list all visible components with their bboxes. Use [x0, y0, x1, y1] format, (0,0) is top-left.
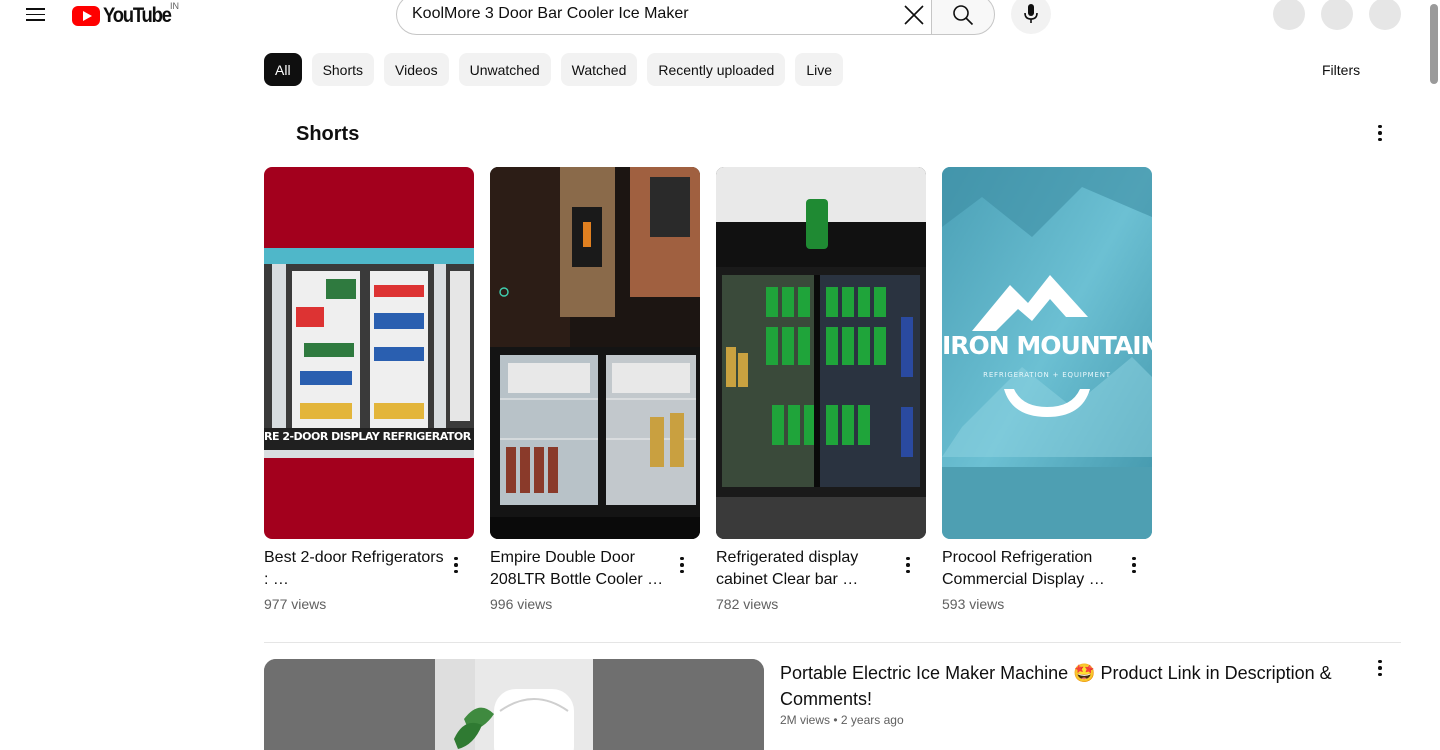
microphone-icon	[1024, 4, 1038, 23]
avatar[interactable]	[1369, 0, 1401, 30]
shelf-more-options-icon[interactable]	[1368, 121, 1392, 145]
short-more-options-icon[interactable]	[896, 553, 920, 577]
shorts-shelf-title: Shorts	[296, 123, 360, 145]
video-age: 2 years ago	[840, 713, 904, 727]
filters-button[interactable]: Filters	[1322, 62, 1360, 78]
section-divider	[264, 642, 1401, 643]
voice-search-button[interactable]	[1011, 0, 1051, 34]
chip-recently-uploaded[interactable]: Recently uploaded	[647, 53, 786, 86]
notifications-button[interactable]	[1321, 0, 1353, 30]
short-card: Empire Double Door 208LTR Bottle Cooler …	[490, 167, 700, 612]
short-thumbnail[interactable]	[716, 167, 926, 539]
chip-watched[interactable]: Watched	[560, 53, 638, 86]
page-scrollbar[interactable]	[1428, 0, 1440, 750]
youtube-logo[interactable]: YouTube IN	[72, 1, 180, 28]
filter-chips: All Shorts Videos Unwatched Watched Rece…	[264, 53, 844, 86]
short-more-options-icon[interactable]	[1122, 553, 1146, 577]
short-card: Refrigerated display cabinet Clear bar ……	[716, 167, 926, 612]
video-views: 2M views	[780, 713, 831, 727]
chip-shorts[interactable]: Shorts	[311, 53, 375, 86]
short-card: RE 2-DOOR DISPLAY REFRIGERATOR Best 2-do…	[264, 167, 474, 612]
short-thumbnail[interactable]: RE 2-DOOR DISPLAY REFRIGERATOR	[264, 167, 474, 539]
video-title[interactable]: Portable Electric Ice Maker Machine 🤩 Pr…	[780, 660, 1360, 712]
chip-unwatched[interactable]: Unwatched	[458, 53, 551, 86]
logo-text: YouTube	[103, 4, 172, 27]
short-overlay-text: IRON MOUNTAIN	[942, 331, 1152, 360]
scrollbar-thumb[interactable]	[1430, 4, 1438, 84]
video-more-options-icon[interactable]	[1368, 656, 1392, 680]
short-card: IRON MOUNTAIN REFRIGERATION + EQUIPMENT …	[942, 167, 1152, 612]
short-title[interactable]: Procool Refrigeration Commercial Display…	[942, 547, 1124, 591]
guide-menu-icon[interactable]	[24, 4, 48, 28]
short-more-options-icon[interactable]	[670, 553, 694, 577]
create-button[interactable]	[1273, 0, 1305, 30]
video-thumbnail[interactable]	[264, 659, 764, 750]
country-code: IN	[170, 1, 179, 11]
short-more-options-icon[interactable]	[444, 553, 468, 577]
short-title[interactable]: Best 2-door Refrigerators : …	[264, 547, 446, 591]
video-metadata: 2M views • 2 years ago	[780, 713, 904, 727]
search-button[interactable]	[931, 0, 995, 35]
short-thumbnail[interactable]: IRON MOUNTAIN REFRIGERATION + EQUIPMENT	[942, 167, 1152, 539]
short-title[interactable]: Empire Double Door 208LTR Bottle Cooler …	[490, 547, 672, 591]
short-overlay-text: RE 2-DOOR DISPLAY REFRIGERATOR	[264, 430, 471, 443]
short-views: 593 views	[942, 596, 1005, 612]
short-views: 782 views	[716, 596, 779, 612]
meta-separator: •	[833, 713, 841, 727]
search-icon	[953, 5, 974, 26]
short-views: 996 views	[490, 596, 553, 612]
short-views: 977 views	[264, 596, 327, 612]
short-overlay-subtext: REFRIGERATION + EQUIPMENT	[983, 371, 1111, 379]
chip-all[interactable]: All	[264, 53, 302, 86]
short-title[interactable]: Refrigerated display cabinet Clear bar …	[716, 547, 898, 591]
search-box	[396, 0, 932, 35]
chip-videos[interactable]: Videos	[384, 53, 449, 86]
short-thumbnail[interactable]	[490, 167, 700, 539]
chip-live[interactable]: Live	[795, 53, 844, 86]
youtube-play-icon	[72, 6, 100, 26]
masthead: YouTube IN	[0, 0, 1440, 35]
clear-search-icon[interactable]	[900, 1, 928, 29]
search-input[interactable]	[412, 5, 882, 23]
